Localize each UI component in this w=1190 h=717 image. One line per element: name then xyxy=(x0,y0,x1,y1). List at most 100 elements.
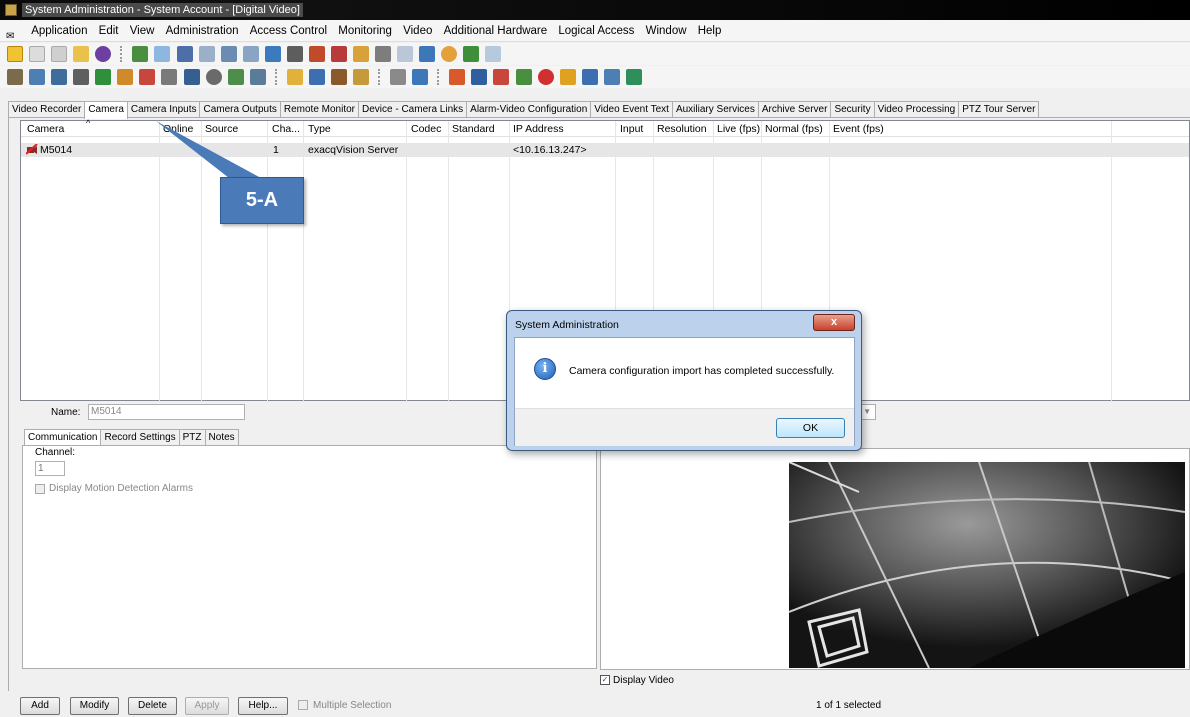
column-header-online[interactable]: Online xyxy=(163,123,193,135)
name-field[interactable]: M5014 xyxy=(88,404,245,420)
video-monitor-icon[interactable] xyxy=(471,69,488,85)
menu-application[interactable]: Application xyxy=(31,25,87,37)
camera-link-icon[interactable] xyxy=(603,69,620,85)
intercom-icon[interactable] xyxy=(95,69,112,85)
column-header-channel[interactable]: Cha... xyxy=(272,123,300,135)
menu-administration[interactable]: Administration xyxy=(166,25,239,37)
network-icon[interactable] xyxy=(485,46,502,62)
multiple-selection-checkbox[interactable] xyxy=(298,700,308,710)
receivers-icon[interactable] xyxy=(161,69,178,85)
cell-type[interactable]: exacqVision Server xyxy=(308,144,398,156)
system-options-icon[interactable] xyxy=(264,46,281,62)
ok-button[interactable]: OK xyxy=(776,418,845,438)
tab-video-recorder[interactable]: Video Recorder xyxy=(8,101,86,118)
tab-camera-inputs[interactable]: Camera Inputs xyxy=(126,101,201,118)
badge-icon[interactable] xyxy=(154,46,171,62)
column-header-resolution[interactable]: Resolution xyxy=(657,123,707,135)
alarm-panels-icon[interactable] xyxy=(29,69,46,85)
column-header-codec[interactable]: Codec xyxy=(411,123,441,135)
channel-field[interactable]: 1 xyxy=(35,461,65,476)
column-header-camera[interactable]: Camera xyxy=(27,123,64,135)
tab-device-camera-links[interactable]: Device - Camera Links xyxy=(358,101,468,118)
column-header-input[interactable]: Input xyxy=(620,123,643,135)
menu-video[interactable]: Video xyxy=(403,25,432,37)
login-icon[interactable] xyxy=(7,46,23,62)
column-header-normal-fps[interactable]: Normal (fps) xyxy=(765,123,823,135)
readers-hw-icon[interactable] xyxy=(51,69,68,85)
tab-ptz-tour-server[interactable]: PTZ Tour Server xyxy=(958,101,1040,118)
alarm-config-icon[interactable] xyxy=(286,69,303,85)
readers-icon[interactable] xyxy=(419,46,436,62)
timezone-icon[interactable] xyxy=(441,46,458,62)
subtab-ptz[interactable]: PTZ xyxy=(178,429,206,445)
cardholders-icon[interactable] xyxy=(132,46,149,62)
fire-panels-icon[interactable] xyxy=(117,69,134,85)
menu-additional-hardware[interactable]: Additional Hardware xyxy=(444,25,548,37)
apply-button[interactable]: Apply xyxy=(185,697,229,715)
users-config-icon[interactable] xyxy=(353,69,369,85)
context-help-icon[interactable] xyxy=(95,46,112,62)
tab-security[interactable]: Security xyxy=(830,101,875,118)
monitor-zones-icon[interactable] xyxy=(330,69,347,85)
guard-tour-icon[interactable] xyxy=(353,46,369,62)
subtab-notes[interactable]: Notes xyxy=(204,429,239,445)
column-header-ip-address[interactable]: IP Address xyxy=(513,123,564,135)
event-icon[interactable] xyxy=(559,69,576,85)
reports-icon[interactable] xyxy=(198,46,215,62)
help-icon[interactable] xyxy=(73,46,90,62)
tab-archive-server[interactable]: Archive Server xyxy=(757,101,832,118)
tab-alarm-video-configuration[interactable]: Alarm-Video Configuration xyxy=(466,101,592,118)
menu-system-icon[interactable]: ✉ xyxy=(6,26,22,42)
record-icon[interactable] xyxy=(537,69,554,85)
monitor-icon[interactable] xyxy=(330,46,347,62)
add-button[interactable]: Add xyxy=(20,697,60,715)
menu-edit[interactable]: Edit xyxy=(99,25,119,37)
cell-camera[interactable]: M5014 xyxy=(40,144,72,156)
tab-remote-monitor[interactable]: Remote Monitor xyxy=(279,101,359,118)
holidays-icon[interactable] xyxy=(463,46,480,62)
settings-icon[interactable] xyxy=(581,69,598,85)
modify-button[interactable]: Modify xyxy=(70,697,119,715)
pos-icon[interactable] xyxy=(183,69,200,85)
menu-logical-access[interactable]: Logical Access xyxy=(558,25,634,37)
matrix-icon[interactable] xyxy=(493,69,510,85)
video-alarm-icon[interactable] xyxy=(449,69,466,85)
workstations-icon[interactable] xyxy=(242,46,259,62)
devices-icon[interactable] xyxy=(249,69,266,85)
menu-help[interactable]: Help xyxy=(698,25,722,37)
tab-video-processing[interactable]: Video Processing xyxy=(873,101,960,118)
column-header-standard[interactable]: Standard xyxy=(452,123,495,135)
panels-icon[interactable] xyxy=(397,46,414,62)
subtab-record-settings[interactable]: Record Settings xyxy=(100,429,180,445)
access-panels-icon[interactable] xyxy=(7,69,23,85)
tab-auxiliary-services[interactable]: Auxiliary Services xyxy=(671,101,759,118)
close-icon[interactable]: x xyxy=(813,314,855,331)
ild-icon[interactable] xyxy=(227,69,244,85)
biometric-icon[interactable] xyxy=(205,69,222,85)
global-io-icon[interactable] xyxy=(308,69,325,85)
column-header-event-fps[interactable]: Event (fps) xyxy=(833,123,884,135)
video-switcher-icon[interactable] xyxy=(515,69,532,85)
mask-icon[interactable] xyxy=(390,69,407,85)
cell-channel[interactable]: 1 xyxy=(273,144,279,156)
motion-alarms-checkbox[interactable] xyxy=(35,484,45,494)
print-preview-icon[interactable] xyxy=(29,46,46,62)
schedule-icon[interactable] xyxy=(375,46,392,62)
tab-camera[interactable]: Camera xyxy=(84,101,128,119)
personal-safety-icon[interactable] xyxy=(139,69,156,85)
digital-video-icon[interactable] xyxy=(73,69,90,85)
column-header-live-fps[interactable]: Live (fps) xyxy=(717,123,760,135)
tab-video-event-text[interactable]: Video Event Text xyxy=(590,101,673,118)
alarm-icon[interactable] xyxy=(308,46,325,62)
display-video-toggle[interactable]: ✓ Display Video xyxy=(600,675,674,686)
print-icon[interactable] xyxy=(51,46,68,62)
display-video-checkbox[interactable]: ✓ xyxy=(600,675,610,686)
tab-camera-outputs[interactable]: Camera Outputs xyxy=(199,101,281,118)
help-button[interactable]: Help... xyxy=(238,697,288,715)
subtab-communication[interactable]: Communication xyxy=(24,429,102,446)
ptz-icon[interactable] xyxy=(625,69,642,85)
delete-button[interactable]: Delete xyxy=(128,697,177,715)
menu-monitoring[interactable]: Monitoring xyxy=(338,25,392,37)
list-builder-icon[interactable] xyxy=(286,46,303,62)
menu-view[interactable]: View xyxy=(130,25,155,37)
